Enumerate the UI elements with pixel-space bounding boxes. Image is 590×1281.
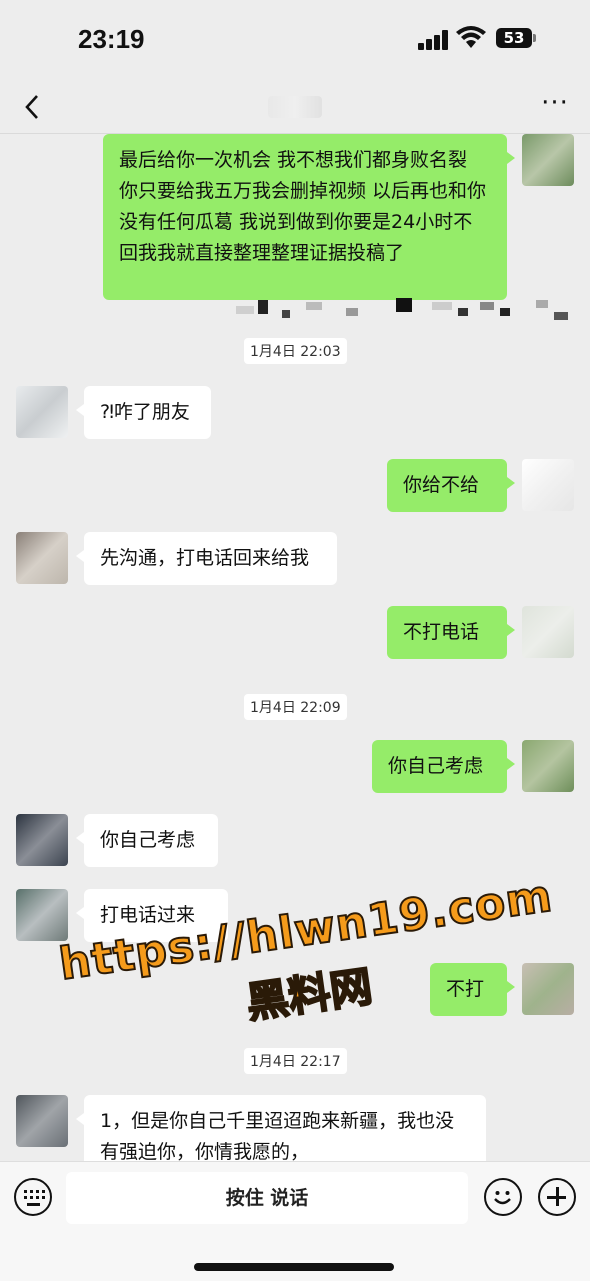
contact-avatar[interactable]	[16, 814, 68, 866]
chevron-left-icon[interactable]	[18, 90, 48, 124]
more-dots-icon[interactable]: ···	[540, 90, 570, 122]
my-avatar[interactable]	[522, 459, 574, 511]
home-indicator	[194, 1263, 394, 1271]
received-bubble[interactable]: ⁈咋了朋友	[76, 386, 211, 439]
sent-bubble[interactable]: 你给不给	[387, 459, 515, 512]
status-bar: 23:19 53	[0, 0, 590, 80]
chat-header: ···	[0, 80, 590, 134]
received-bubble[interactable]: 1，但是你自己千里迢迢跑来新疆，我也没有强迫你，你情我愿的，	[76, 1095, 486, 1161]
my-avatar[interactable]	[522, 740, 574, 792]
timestamp: 1月4日 22:17	[244, 1048, 347, 1074]
battery-indicator: 53	[496, 28, 536, 48]
my-avatar[interactable]	[522, 134, 574, 186]
plus-icon[interactable]	[538, 1178, 576, 1216]
blurred-region	[236, 294, 570, 322]
status-time: 23:19	[78, 24, 145, 54]
hold-to-talk-button[interactable]: 按住 说话	[66, 1172, 468, 1224]
received-bubble[interactable]: 先沟通，打电话回来给我	[76, 532, 337, 585]
timestamp: 1月4日 22:09	[244, 694, 347, 720]
contact-avatar[interactable]	[16, 386, 68, 438]
timestamp: 1月4日 22:03	[244, 338, 347, 364]
contact-avatar[interactable]	[16, 1095, 68, 1147]
emoji-icon[interactable]	[484, 1178, 522, 1216]
input-bar: 按住 说话	[0, 1161, 590, 1281]
keyboard-icon[interactable]	[14, 1178, 52, 1216]
sent-bubble[interactable]: 最后给你一次机会 我不想我们都身败名裂 你只要给我五万我会删掉视频 以后再也和你…	[103, 134, 515, 300]
contact-name-blurred	[268, 96, 322, 118]
wifi-icon	[456, 26, 486, 48]
contact-avatar[interactable]	[16, 532, 68, 584]
my-avatar[interactable]	[522, 606, 574, 658]
sent-bubble[interactable]: 不打电话	[387, 606, 515, 659]
received-bubble[interactable]: 你自己考虑	[76, 814, 218, 867]
my-avatar[interactable]	[522, 963, 574, 1015]
sent-bubble[interactable]: 你自己考虑	[372, 740, 515, 793]
signal-icon	[418, 30, 452, 50]
